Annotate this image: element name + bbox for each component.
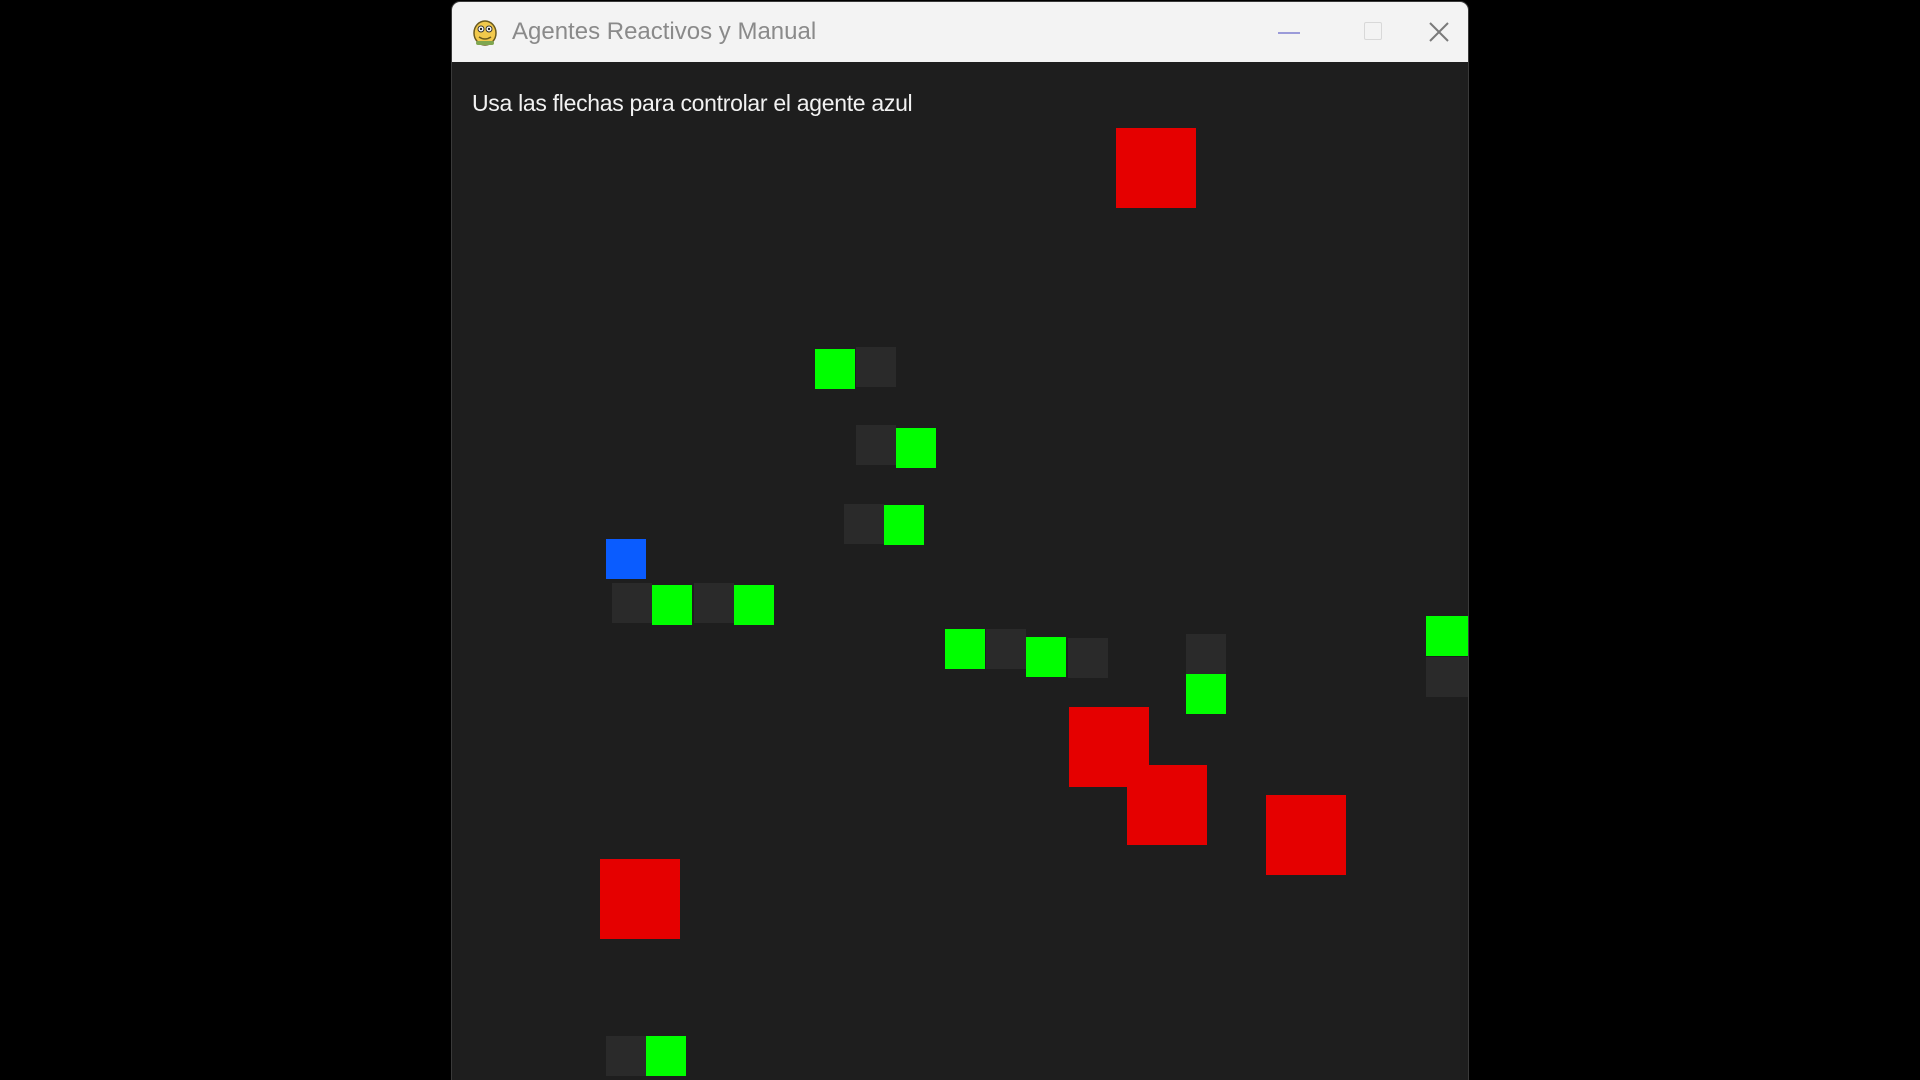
instruction-text: Usa las flechas para controlar el agente…	[472, 90, 913, 116]
green-agent	[945, 629, 985, 669]
green-agent-trail	[856, 425, 896, 465]
red-obstacle	[600, 859, 680, 939]
pygame-snake-icon	[473, 20, 497, 46]
green-agent	[646, 1036, 686, 1076]
green-agent-trail	[1186, 634, 1226, 674]
green-agent	[1186, 674, 1226, 714]
minimize-icon	[1278, 32, 1300, 34]
title-bar[interactable]: Agentes Reactivos y Manual	[452, 2, 1468, 62]
green-agent-trail	[844, 504, 884, 544]
green-agent-trail	[1426, 657, 1468, 697]
minimize-button[interactable]	[1234, 2, 1324, 62]
green-agent-trail	[606, 1036, 646, 1076]
green-agent	[652, 585, 692, 625]
red-obstacle	[1127, 765, 1207, 845]
green-agent-trail	[856, 347, 896, 387]
green-agent	[1026, 637, 1066, 677]
window-title: Agentes Reactivos y Manual	[512, 18, 817, 45]
green-agent	[815, 349, 855, 389]
green-agent	[896, 428, 936, 468]
green-agent-trail	[986, 629, 1026, 669]
green-agent-trail	[694, 583, 734, 623]
close-icon	[1429, 22, 1449, 42]
green-agent-trail	[612, 583, 652, 623]
game-canvas[interactable]: Usa las flechas para controlar el agente…	[452, 62, 1468, 1080]
red-obstacle	[1266, 795, 1346, 875]
green-agent	[1426, 616, 1468, 656]
green-agent	[734, 585, 774, 625]
player-agent[interactable]	[606, 539, 646, 579]
red-obstacle	[1116, 128, 1196, 208]
close-button[interactable]	[1378, 2, 1468, 62]
green-agent	[884, 505, 924, 545]
game-window: Agentes Reactivos y Manual Usa las flech…	[452, 2, 1468, 1080]
green-agent-trail	[1068, 638, 1108, 678]
